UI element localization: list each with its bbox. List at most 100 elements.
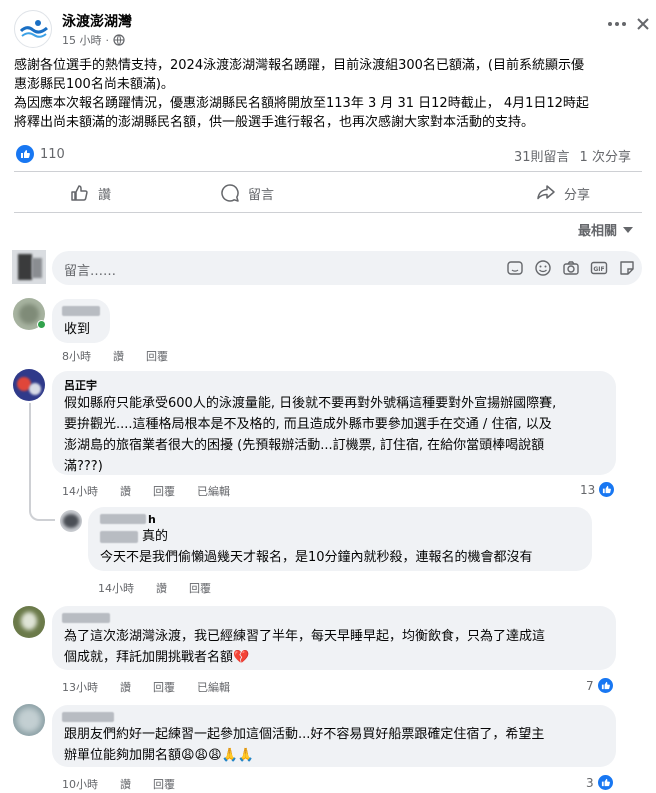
comment-reply-button[interactable]: 回覆 [153, 679, 175, 695]
comment-like-count[interactable]: 7 [586, 677, 614, 694]
comment-text-line: 假如縣府只能承受600人的泳渡量能, 日後就不要再對外號稱這種要對外宣揚辦國際賽… [64, 396, 557, 411]
comment-text-line: 滿???) [64, 459, 103, 474]
commenter-name-redacted [62, 306, 100, 316]
shares-count[interactable]: 1 次分享 [580, 146, 631, 165]
comment-edited-label[interactable]: 已編輯 [197, 483, 230, 499]
share-button[interactable]: 分享 [536, 183, 590, 203]
post-time[interactable]: 15 小時 [62, 32, 102, 48]
like-count-value: 13 [580, 482, 596, 497]
thread-line [29, 403, 55, 521]
comment-composer[interactable]: 留言…… GIF [52, 251, 642, 285]
sticker-icon[interactable] [618, 259, 636, 277]
comment-like-button[interactable]: 讚 [113, 348, 124, 364]
comment-text-line: 要拚觀光....這種格局根本是不及格的, 而且造成外縣市要參加選手在交通 / 住… [64, 417, 552, 432]
commenter-avatar[interactable] [13, 704, 45, 736]
comment-text: 跟朋友們約好一起練習一起參加這個活動...好不容易買好船票跟確定住宿了，希望主 … [64, 724, 612, 766]
commenter-name-redacted [62, 712, 114, 722]
comment-icon [221, 184, 239, 202]
like-icon [16, 145, 34, 163]
tagged-name-redacted [100, 531, 138, 543]
my-avatar [12, 250, 46, 284]
reaction-count: 110 [40, 146, 65, 162]
comment-time[interactable]: 13小時 [62, 679, 98, 695]
commenter-avatar[interactable] [13, 606, 45, 638]
page-avatar[interactable] [14, 10, 52, 48]
close-button[interactable] [633, 14, 653, 34]
comment-text: 今天不是我們偷懶過幾天才報名，是10分鐘內就秒殺，連報名的機會都沒有 [100, 550, 533, 565]
commenter-avatar[interactable] [60, 510, 82, 532]
sort-label: 最相關 [578, 224, 618, 239]
gif-icon[interactable]: GIF [590, 259, 608, 277]
comment-time[interactable]: 8小時 [62, 348, 91, 364]
comment-button-label: 留言 [248, 187, 275, 203]
comment-text-line: 辦單位能夠加開名額😩😩😩🙏🙏 [64, 748, 255, 763]
comment-text-line: 跟朋友們約好一起練習一起參加這個活動...好不容易買好船票跟確定住宿了，希望主 [64, 727, 545, 742]
comment-edited-label[interactable]: 已編輯 [197, 679, 230, 695]
divider [14, 171, 642, 172]
ellipsis-icon [608, 22, 626, 26]
comment-bubble: 為了這次澎湖灣泳渡，我已經練習了半年，每天早睡早起，均衡飲食，只為了達成這 個成… [52, 606, 616, 670]
comment-text: 收到 [64, 322, 91, 337]
comment-like-button[interactable]: 讚 [120, 679, 131, 695]
post-text-line: 感謝各位選手的熱情支持，2024泳渡澎湖灣報名踴躍，目前泳渡組300名已額滿，(… [14, 58, 584, 73]
composer-placeholder: 留言…… [64, 264, 117, 279]
chevron-down-icon [623, 226, 634, 233]
thumbs-up-icon [71, 185, 88, 201]
comment-bubble: 跟朋友們約好一起練習一起參加這個活動...好不容易買好船票跟確定住宿了，希望主 … [52, 705, 616, 767]
comment-like-button[interactable]: 讚 [120, 483, 131, 499]
comment-time[interactable]: 10小時 [62, 776, 98, 792]
share-button-label: 分享 [564, 187, 591, 203]
comment-reply-button[interactable]: 回覆 [153, 776, 175, 792]
comment-reply-button[interactable]: 回覆 [189, 580, 211, 596]
sort-dropdown[interactable]: 最相關 [578, 220, 634, 239]
online-indicator [37, 320, 46, 329]
post-text-line: 將釋出尚未額滿的澎湖縣民名額，供一般選手進行報名，也再次感謝大家對本活動的支持。 [14, 115, 535, 130]
comment-text-line: 澎湖島的旅宿業者很大的困擾 (先預報辦活動...訂機票, 訂住宿, 在給你當頭棒… [64, 438, 545, 453]
more-options-button[interactable] [604, 14, 630, 34]
swim-logo-icon [19, 20, 48, 38]
comment-button[interactable]: 留言 [220, 183, 274, 203]
emoji-icon[interactable] [534, 259, 552, 277]
commenter-name-redacted [62, 613, 110, 623]
comment-like-button[interactable]: 讚 [120, 776, 131, 792]
comment-bubble: 收到 [52, 299, 110, 343]
like-icon [596, 774, 614, 791]
camera-icon[interactable] [562, 259, 580, 277]
comment-reply-button[interactable]: 回覆 [153, 483, 175, 499]
comments-count[interactable]: 31則留言 [514, 146, 570, 165]
like-count-value: 3 [586, 775, 594, 790]
comment-text: 為了這次澎湖灣泳渡，我已經練習了半年，每天早睡早起，均衡飲食，只為了達成這 個成… [64, 626, 612, 668]
like-button[interactable]: 讚 [70, 183, 111, 203]
commenter-name[interactable]: h [148, 513, 156, 526]
comment-time[interactable]: 14小時 [62, 483, 98, 499]
comment-text-line: 個成就，拜託加開挑戰者名額💔 [64, 650, 250, 665]
commenter-name-redacted [100, 514, 146, 524]
divider [14, 212, 642, 213]
comment-like-button[interactable]: 讚 [156, 580, 167, 596]
share-icon [537, 185, 555, 200]
like-count-value: 7 [586, 678, 594, 693]
post-text-line: 為因應本次報名踴躍情況，優惠澎湖縣民名額將開放至113年 3 月 31 日12時… [14, 96, 589, 111]
comment-text: 假如縣府只能承受600人的泳渡量能, 日後就不要再對外號稱這種要對外宣揚辦國際賽… [64, 393, 612, 477]
comment-bubble: 呂正宇 假如縣府只能承受600人的泳渡量能, 日後就不要再對外號稱這種要對外宣揚… [52, 371, 616, 475]
page-name[interactable]: 泳渡澎湖灣 [62, 11, 132, 31]
commenter-name[interactable]: 呂正宇 [64, 377, 97, 393]
comment-reply-button[interactable]: 回覆 [146, 348, 168, 364]
comment-text-line: 為了這次澎湖灣泳渡，我已經練習了半年，每天早睡早起，均衡飲食，只為了達成這 [64, 629, 546, 644]
comment-bubble: h 真的 今天不是我們偷懶過幾天才報名，是10分鐘內就秒殺，連報名的機會都沒有 [88, 507, 592, 571]
comment-tag-text: 真的 [142, 529, 169, 544]
globe-icon [113, 34, 125, 46]
close-icon [637, 18, 649, 30]
avatar-sticker-icon[interactable] [506, 259, 524, 277]
like-icon [596, 677, 614, 694]
like-icon [598, 481, 616, 498]
svg-text:GIF: GIF [593, 266, 604, 273]
post-text: 感謝各位選手的熱情支持，2024泳渡澎湖灣報名踴躍，目前泳渡組300名已額滿，(… [14, 56, 654, 132]
like-button-label: 讚 [98, 187, 112, 203]
reaction-summary[interactable]: 110 [16, 145, 65, 163]
commenter-avatar[interactable] [13, 369, 45, 401]
post-text-line: 惠澎縣民100名尚未額滿)。 [14, 77, 174, 92]
comment-time[interactable]: 14小時 [98, 580, 134, 596]
comment-like-count[interactable]: 3 [586, 774, 614, 791]
comment-like-count[interactable]: 13 [580, 481, 616, 498]
